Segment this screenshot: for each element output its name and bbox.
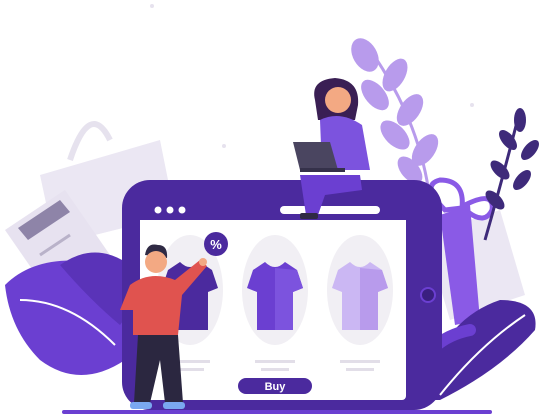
- sparkles: [150, 4, 474, 148]
- buy-button-label: Buy: [265, 381, 287, 393]
- ecommerce-illustration: Buy %: [5, 4, 539, 414]
- plant-dark: [483, 108, 539, 241]
- percent-badge-icon: %: [204, 232, 228, 256]
- buy-button[interactable]: Buy: [238, 378, 312, 394]
- left-leaves: [5, 252, 135, 375]
- discount-badge-label: %: [210, 237, 222, 252]
- ground-line: [62, 410, 492, 414]
- plant-lavender: [351, 38, 439, 201]
